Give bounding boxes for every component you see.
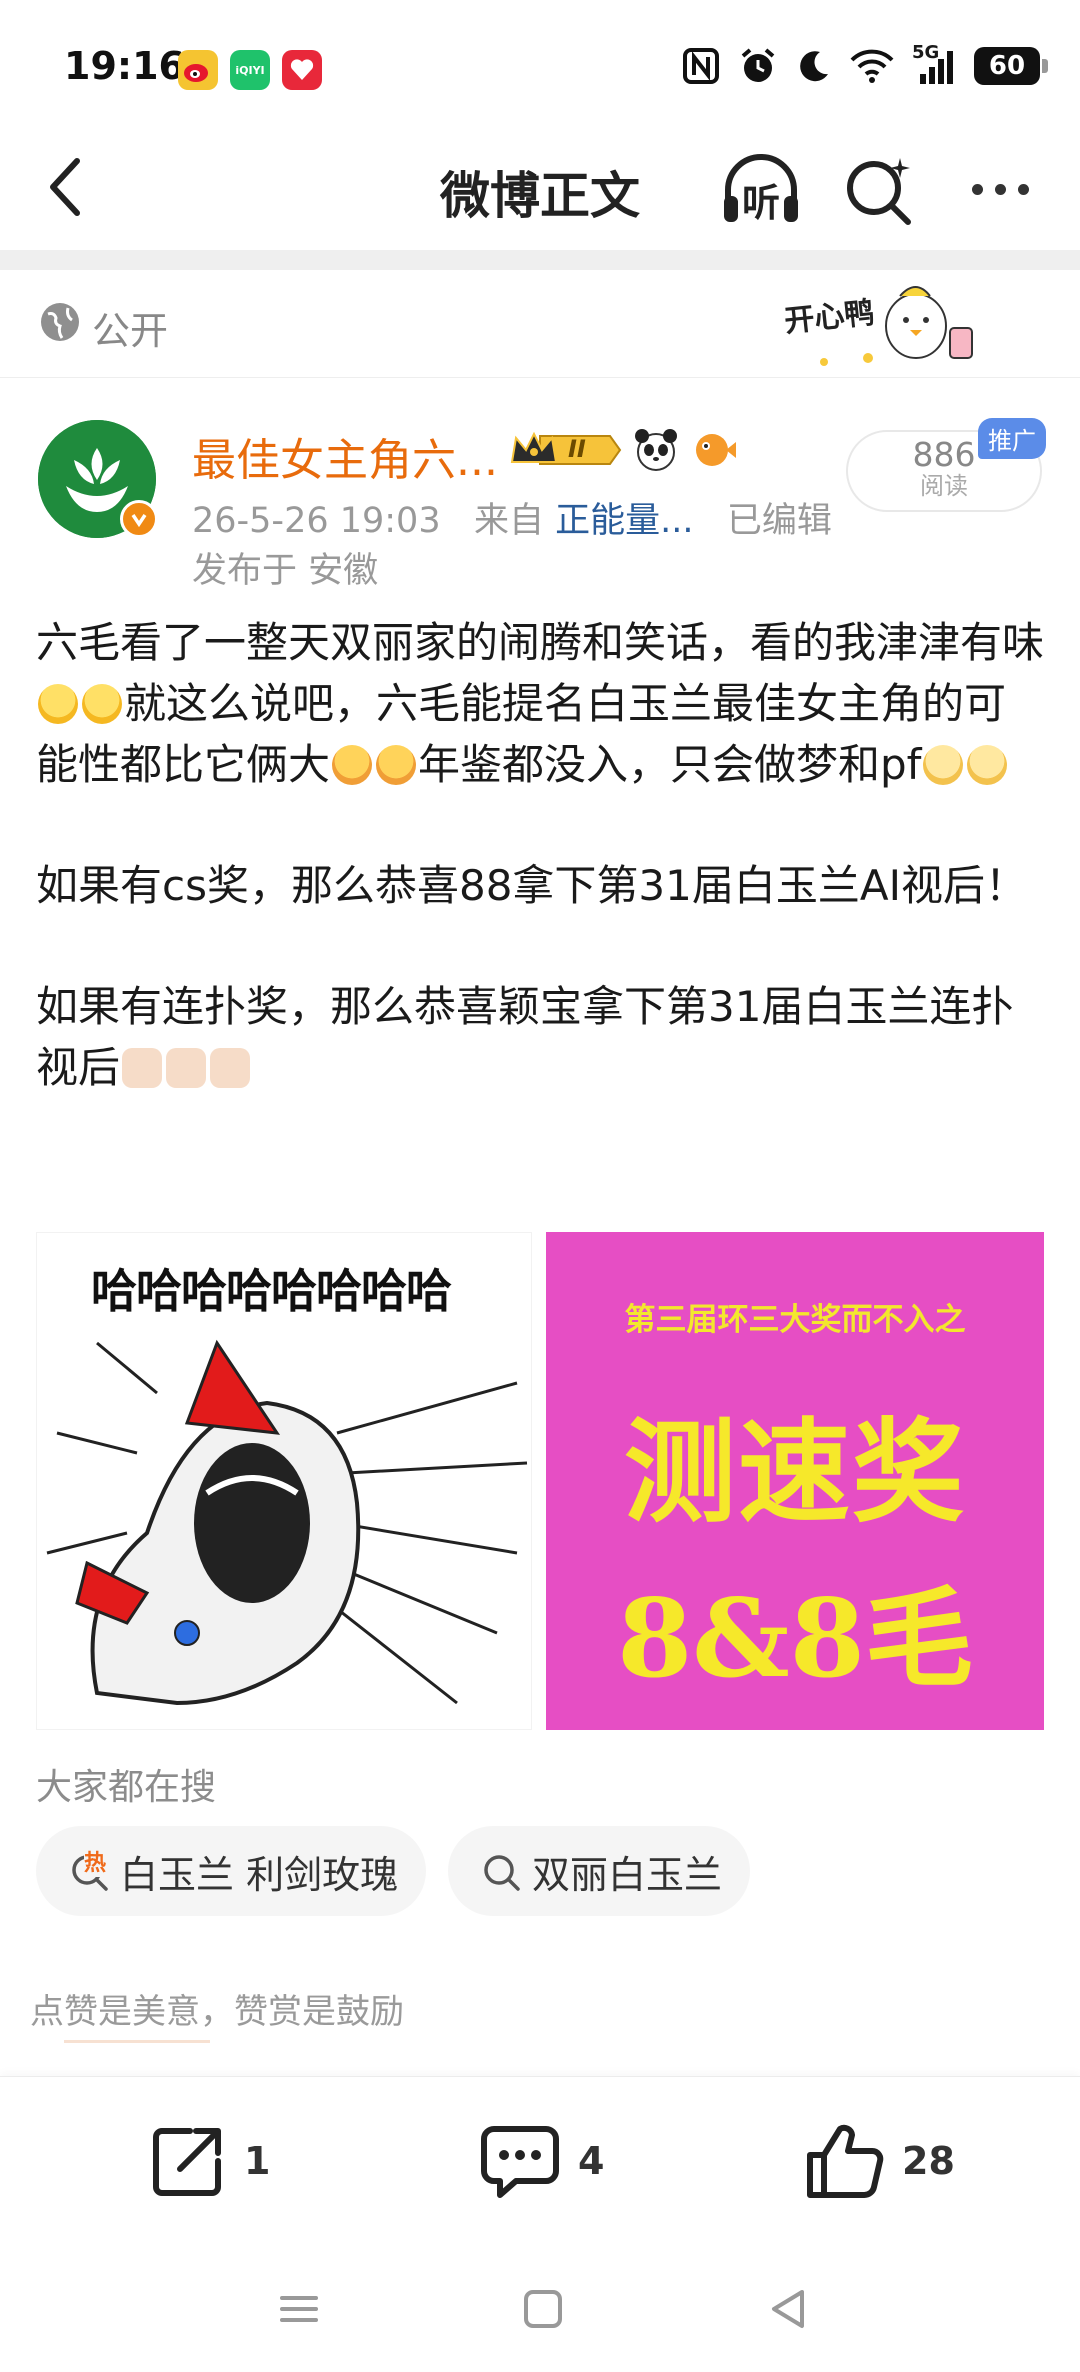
like-button[interactable]: 28 <box>804 2119 955 2203</box>
visibility-label: 公开 <box>92 309 169 353</box>
trending-chip[interactable]: 热 白玉兰 利剑玫瑰 <box>36 1826 427 1916</box>
iqiyi-icon: iQIYI <box>230 50 270 90</box>
hot-search-icon: 热 <box>70 1845 110 1891</box>
search-icon <box>847 158 911 225</box>
battery-icon: 60 <box>974 47 1048 85</box>
award-subtitle: 第三届环三大奖而不入之 <box>624 1302 966 1338</box>
pufferfish-icon[interactable] <box>690 426 738 474</box>
like-count: 28 <box>902 2139 955 2183</box>
happy-duck-sticker: 开心鸭 <box>780 274 1010 378</box>
app-icon <box>282 50 322 90</box>
award-title: 测速奖 <box>624 1407 966 1538</box>
source-prefix: 来自 <box>473 501 544 541</box>
edited-label[interactable]: 已编辑 <box>727 501 832 541</box>
thumbs-up-icon <box>807 2124 884 2198</box>
search-icon <box>484 1855 520 1891</box>
repost-count: 1 <box>244 2139 271 2183</box>
recents-menu-icon[interactable] <box>274 2284 324 2334</box>
read-label: 阅读 <box>920 472 968 500</box>
clap-emoji-icon <box>122 1048 163 1088</box>
search-button[interactable] <box>842 152 918 228</box>
bottom-action-bar: 1 4 28 <box>0 2076 1080 2244</box>
weibo-icon <box>178 50 218 90</box>
smug-emoji-icon <box>376 745 417 785</box>
reward-prompt: 点赞是美意，赞赏是鼓励 <box>30 1992 404 2032</box>
top-nav-bar: 微博正文 听 <box>0 130 1080 250</box>
repost-button[interactable]: 1 <box>150 2119 270 2203</box>
post-paragraph: 六毛看了一整天双丽家的闹腾和笑话，看的我津津有味就这么说吧，六毛能提名白玉兰最佳… <box>36 612 1046 795</box>
post-paragraph: 如果有连扑奖，那么恭喜颖宝拿下第31届白玉兰连扑视后 <box>36 976 1046 1098</box>
visibility-row: 公开 开心鸭 <box>0 270 1080 378</box>
more-button[interactable] <box>960 154 1040 224</box>
status-indicators: 5G 60 <box>682 42 1048 86</box>
hot-label: 热 <box>84 1845 107 1877</box>
section-divider <box>0 250 1080 270</box>
wifi-icon <box>850 49 894 83</box>
status-time: 19:16 <box>64 44 185 88</box>
reward-underline <box>64 2040 210 2043</box>
post-meta: 26-5-26 19:03 来自 正能量... 已编辑 <box>192 492 832 543</box>
grin-emoji-icon <box>967 745 1008 785</box>
comment-icon <box>481 2126 559 2198</box>
clap-emoji-icon <box>210 1048 251 1088</box>
laughing-emoji-icon <box>82 684 122 724</box>
trending-chip-label: 双丽白玉兰 <box>532 1852 723 1897</box>
comment-button[interactable]: 4 <box>480 2119 604 2203</box>
image-caption: 哈哈哈哈哈哈哈哈 <box>91 1264 452 1318</box>
post-text: 年鉴都没入，只会做梦和pf <box>418 740 922 789</box>
rank-level: II <box>568 435 586 463</box>
laughing-emoji-icon <box>38 684 78 724</box>
award-names: 8&8毛 <box>617 1576 973 1702</box>
system-nav-bar <box>0 2244 1080 2372</box>
post-source-link[interactable]: 正能量... <box>555 501 693 541</box>
post-body: 六毛看了一整天双丽家的闹腾和笑话，看的我津津有味就这么说吧，六毛能提名白玉兰最佳… <box>36 612 1046 1098</box>
post-timestamp: 26-5-26 19:03 <box>192 501 441 541</box>
author-name[interactable]: 最佳女主角六... <box>192 424 498 488</box>
crown-rank-badge[interactable]: II <box>510 428 622 472</box>
author-badges: II <box>510 426 738 474</box>
clap-emoji-icon <box>166 1048 207 1088</box>
post-paragraph: 如果有cs奖，那么恭喜88拿下第31届白玉兰AI视后！ <box>36 861 1027 910</box>
nfc-icon <box>683 48 719 84</box>
more-dot <box>1017 183 1029 195</box>
comment-count: 4 <box>578 2139 605 2183</box>
signal-icon: 5G <box>912 42 956 86</box>
post-image-laughing-meme[interactable]: 哈哈哈哈哈哈哈哈 <box>36 1232 532 1730</box>
repost-icon <box>153 2128 221 2196</box>
page-title: 微博正文 <box>440 167 640 225</box>
post-image-award-card[interactable]: 第三届环三大奖而不入之 测速奖 8&8毛 <box>546 1232 1044 1730</box>
grin-emoji-icon <box>923 745 964 785</box>
alarm-icon <box>741 48 775 82</box>
moon-icon <box>800 51 828 82</box>
listen-button[interactable]: 听 <box>718 150 804 230</box>
more-dot <box>994 183 1006 195</box>
status-app-icons: iQIYI <box>178 50 322 90</box>
trending-title: 大家都在搜 <box>36 1767 217 1808</box>
promo-tag: 推广 <box>978 418 1046 459</box>
home-square-icon[interactable] <box>518 2284 568 2334</box>
post-text: 六毛看了一整天双丽家的闹腾和笑话，看的我津津有味 <box>36 618 1045 667</box>
post-location: 发布于 安徽 <box>192 551 379 591</box>
sticker-text: 开心鸭 <box>782 295 876 340</box>
status-bar: 19:16 iQIYI 5G 60 <box>0 0 1080 130</box>
trending-chip-label: 白玉兰 利剑玫瑰 <box>120 1852 399 1897</box>
listen-label: 听 <box>742 181 781 225</box>
panda-icon[interactable] <box>632 426 680 474</box>
verified-badge-icon <box>120 500 158 538</box>
more-dot <box>971 183 983 195</box>
globe-icon <box>41 303 79 341</box>
smug-emoji-icon <box>332 745 373 785</box>
back-triangle-icon[interactable] <box>764 2284 814 2334</box>
trending-chip[interactable]: 双丽白玉兰 <box>448 1826 751 1916</box>
